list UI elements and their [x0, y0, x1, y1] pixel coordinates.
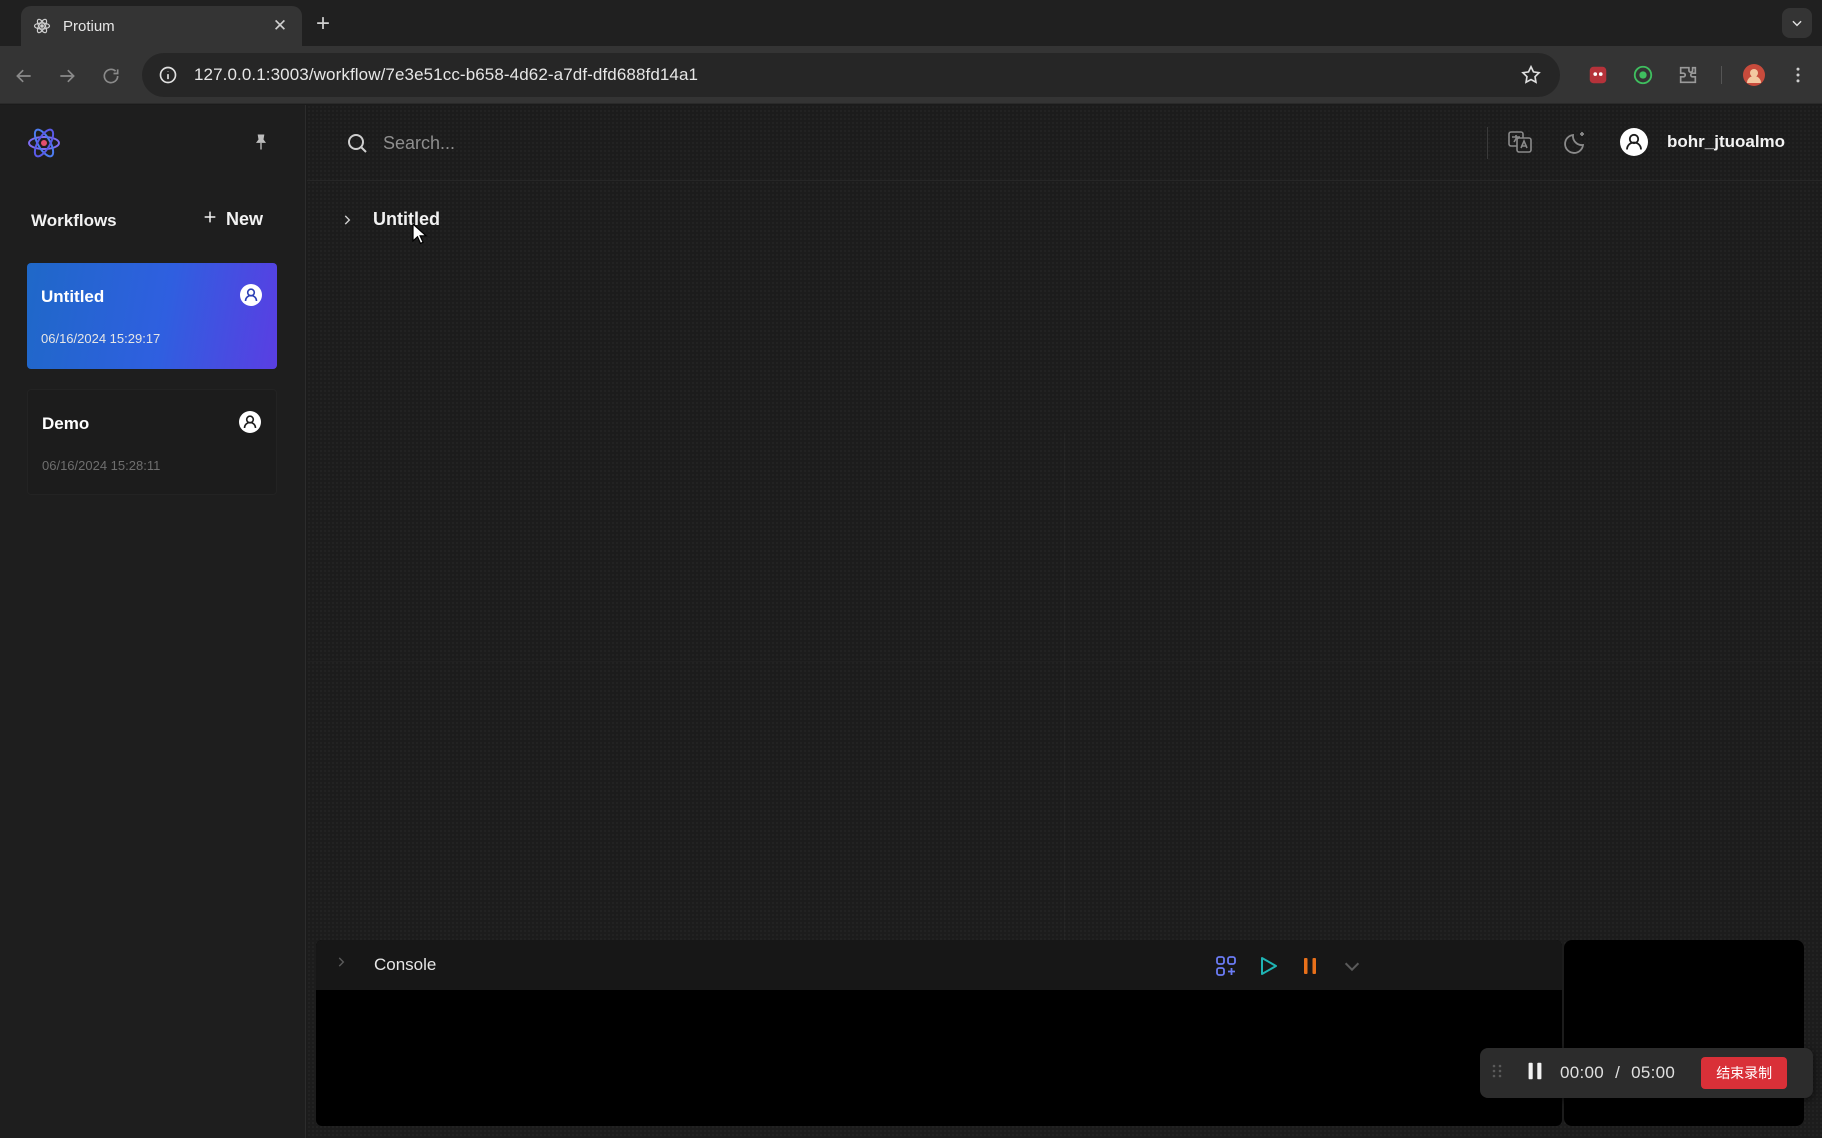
stop-recording-button[interactable]: 结束录制 — [1701, 1057, 1788, 1089]
username[interactable]: bohr_jtuoalmo — [1667, 132, 1785, 152]
tab-search-button[interactable] — [1782, 8, 1812, 38]
arrow-left-icon — [16, 69, 31, 83]
topbar-divider — [1487, 127, 1488, 159]
collapse-console-button[interactable] — [1338, 952, 1366, 980]
workflow-name: Untitled — [41, 287, 105, 306]
owner-user-icon — [239, 283, 263, 307]
chevron-right-icon[interactable] — [334, 955, 348, 974]
site-info-icon[interactable] — [158, 65, 178, 85]
mouse-cursor-icon — [412, 222, 428, 250]
atom-favicon-icon — [33, 17, 51, 35]
address-bar[interactable]: 127.0.0.1:3003/workflow/7e3e51cc-b658-4d… — [142, 53, 1560, 97]
screen-recorder-bar: 00:00 / 05:00 结束录制 — [1480, 1048, 1813, 1098]
forward-button[interactable] — [55, 64, 79, 88]
browser-menu-icon[interactable] — [1786, 63, 1810, 87]
canvas-gridline — [1064, 433, 1065, 993]
toolbar-divider — [1721, 66, 1722, 84]
canvas-gridline — [307, 661, 1822, 662]
camera-preview — [1564, 940, 1804, 1126]
tab-title: Protium — [63, 17, 115, 35]
pause-run-button[interactable] — [1296, 952, 1324, 980]
new-workflow-button[interactable]: New — [202, 209, 263, 230]
pin-sidebar-icon[interactable] — [251, 132, 271, 157]
reload-button[interactable] — [99, 64, 123, 88]
tree-root-label: Untitled — [373, 209, 440, 229]
workflow-date: 06/16/2024 15:28:11 — [42, 458, 161, 473]
user-avatar[interactable] — [1619, 127, 1649, 157]
address-url: 127.0.0.1:3003/workflow/7e3e51cc-b658-4d… — [194, 65, 699, 84]
console-title: Console — [374, 955, 437, 974]
owner-user-icon — [238, 410, 262, 434]
arrow-right-icon — [60, 69, 75, 83]
chevron-down-icon — [1792, 20, 1802, 27]
profile-avatar-icon[interactable] — [1742, 63, 1766, 87]
add-node-button[interactable] — [1212, 952, 1240, 980]
search-icon — [345, 131, 369, 160]
recording-time-current: 00:00 — [1560, 1063, 1605, 1082]
dark-mode-toggle-icon[interactable] — [1563, 129, 1589, 160]
add-grid-icon — [1216, 956, 1236, 976]
extension-red-icon[interactable] — [1586, 63, 1610, 87]
recording-time-total: 05:00 — [1631, 1063, 1676, 1082]
extension-green-icon[interactable] — [1631, 63, 1655, 87]
browser-tab-bar: Protium ✕ + — [0, 0, 1822, 46]
tab-close-icon[interactable]: ✕ — [270, 16, 290, 36]
bookmark-star-icon[interactable] — [1520, 64, 1542, 91]
protium-logo-icon[interactable] — [26, 125, 62, 161]
search-input[interactable] — [383, 127, 983, 159]
plus-icon — [202, 209, 218, 230]
recording-time: 00:00 / 05:00 — [1560, 1063, 1675, 1083]
drag-handle-icon[interactable] — [1492, 1063, 1506, 1084]
translate-icon[interactable] — [1507, 129, 1533, 160]
recording-time-separator: / — [1615, 1063, 1621, 1082]
console-header[interactable]: Console — [316, 940, 1562, 990]
browser-toolbar: 127.0.0.1:3003/workflow/7e3e51cc-b658-4d… — [0, 46, 1822, 104]
workflow-name: Demo — [42, 414, 90, 433]
pause-recording-icon[interactable] — [1524, 1060, 1546, 1087]
reload-icon — [103, 68, 119, 84]
pause-icon — [1304, 958, 1316, 974]
play-icon — [1261, 957, 1277, 975]
back-button[interactable] — [12, 64, 36, 88]
workflow-date: 06/16/2024 15:29:17 — [41, 331, 161, 346]
extensions-puzzle-icon[interactable] — [1676, 63, 1700, 87]
run-button[interactable] — [1254, 952, 1282, 980]
chevron-right-icon[interactable] — [337, 210, 357, 230]
top-bar: bohr_jtuoalmo — [307, 105, 1822, 181]
workflows-heading: Workflows — [31, 211, 117, 230]
workflow-card-demo[interactable]: Demo 06/16/2024 15:28:11 — [27, 389, 277, 495]
browser-tab[interactable]: Protium ✕ — [21, 6, 302, 46]
new-workflow-label: New — [226, 209, 264, 229]
chevron-down-icon — [1344, 962, 1360, 972]
workflow-main: bohr_jtuoalmo Untitled Console — [307, 105, 1822, 1138]
console-panel: Console — [316, 940, 1562, 1126]
new-tab-icon[interactable]: + — [316, 10, 330, 38]
workflow-card-untitled[interactable]: Untitled 06/16/2024 15:29:17 — [27, 263, 277, 369]
sidebar: Workflows New Untitled 06/16/2024 15:29:… — [0, 105, 306, 1138]
